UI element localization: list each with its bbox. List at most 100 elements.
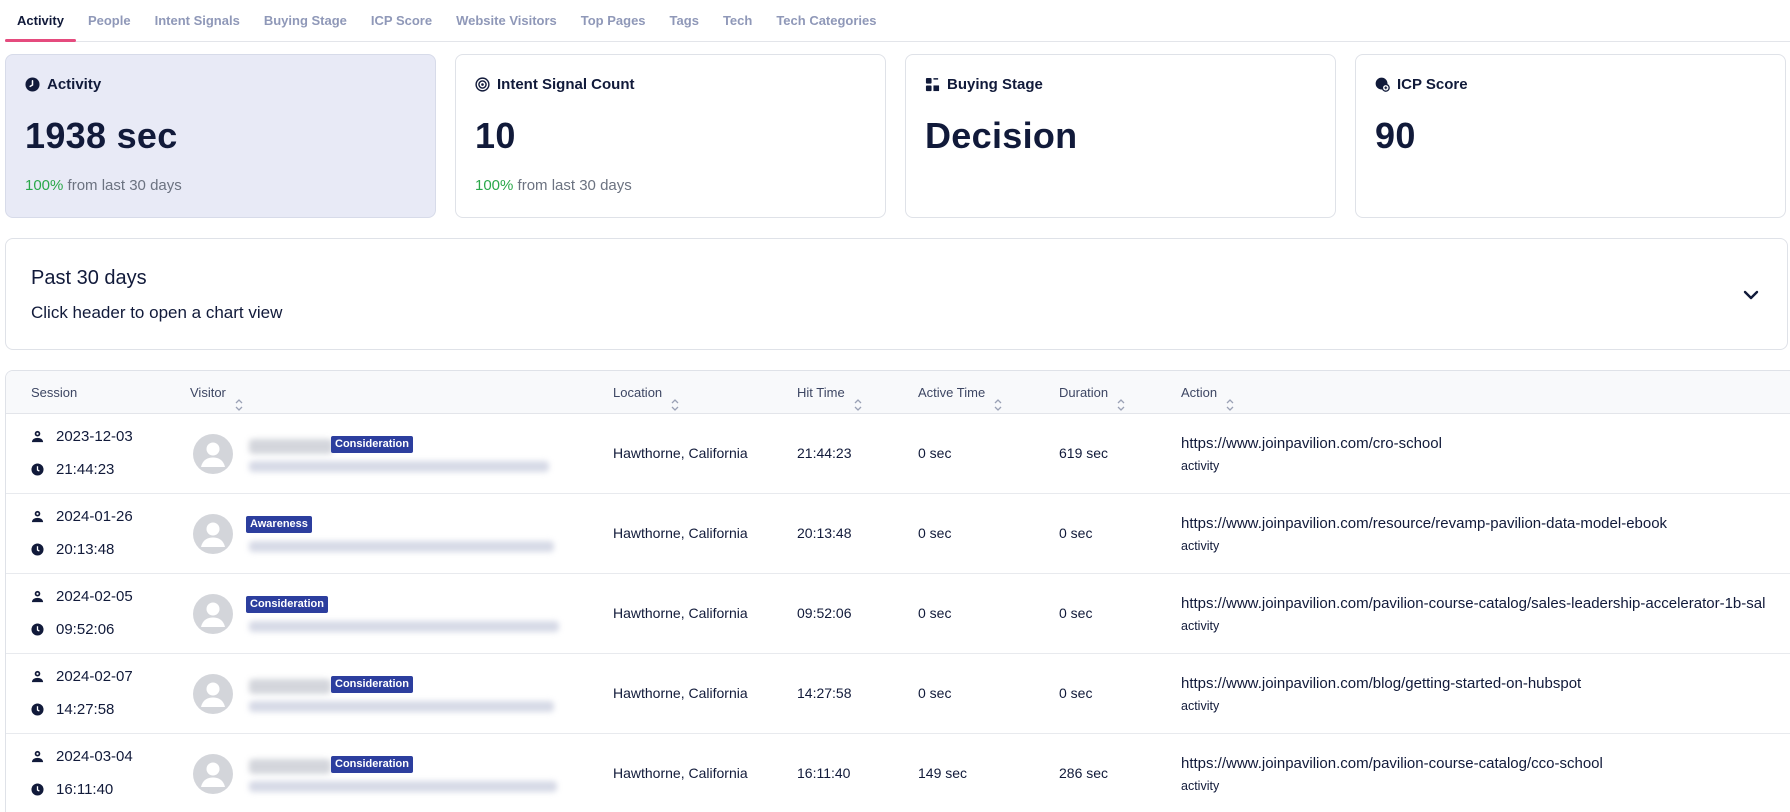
table-row[interactable]: 2023-12-03 21:44:23 Consideration Hawtho… (6, 414, 1790, 494)
table-row[interactable]: 2024-01-26 20:13:48 Awareness Hawthorne,… (6, 494, 1790, 574)
tab-website-visitors[interactable]: Website Visitors (444, 0, 569, 41)
avatar[interactable] (193, 674, 233, 714)
tab-buying-stage[interactable]: Buying Stage (252, 0, 359, 41)
buying-stage-badge: Consideration (246, 596, 328, 613)
trend-text: from last 30 days (63, 177, 182, 194)
trend-text: from last 30 days (513, 177, 632, 194)
active-time-cell: 0 sec (918, 525, 952, 541)
location-cell: Hawthorne, California (613, 445, 748, 461)
table-row[interactable]: 2024-02-05 09:52:06 Consideration Hawtho… (6, 574, 1790, 654)
buying-stage-card: Buying Stage Decision (905, 54, 1336, 218)
avatar[interactable] (193, 434, 233, 474)
intent-signal-card: Intent Signal Count 10 100% from last 30… (455, 54, 886, 218)
tab-top-pages[interactable]: Top Pages (569, 0, 658, 41)
buying-stage-badge: Consideration (331, 756, 413, 773)
clock-icon (31, 463, 44, 476)
tab-tech[interactable]: Tech (711, 0, 764, 41)
header-session: Session (31, 371, 77, 414)
visitor-email-redacted (249, 701, 554, 712)
clock-icon (31, 703, 44, 716)
sort-icon[interactable] (853, 386, 863, 411)
session-time: 09:52:06 (31, 621, 114, 638)
session-time: 16:11:40 (31, 781, 113, 798)
tab-bar: Activity People Intent Signals Buying St… (5, 0, 1790, 42)
session-date: 2024-02-07 (31, 668, 133, 685)
header-location[interactable]: Location (613, 371, 680, 414)
header-active-time[interactable]: Active Time (918, 371, 1003, 414)
active-time-cell: 0 sec (918, 605, 952, 621)
activity-table: Session Visitor Location Hit Time Active… (5, 370, 1790, 812)
visitor-email-redacted (249, 461, 549, 472)
header-action-label: Action (1181, 385, 1218, 400)
visitor-icon (31, 430, 44, 443)
clock-icon (31, 783, 44, 796)
table-row[interactable]: 2024-03-04 16:11:40 Consideration Hawtho… (6, 734, 1790, 812)
session-date-text: 2024-02-07 (56, 668, 133, 685)
action-url-link[interactable]: https://www.joinpavilion.com/pavilion-co… (1181, 755, 1603, 772)
tab-people[interactable]: People (76, 0, 143, 41)
hit-time-cell: 09:52:06 (797, 605, 852, 621)
period-title: Past 30 days (31, 267, 147, 289)
visitor-name-redacted (249, 679, 331, 694)
stage-icon (925, 77, 940, 92)
visitor-icon (31, 670, 44, 683)
session-date: 2024-02-05 (31, 588, 133, 605)
buying-stage-badge: Consideration (331, 676, 413, 693)
session-date: 2023-12-03 (31, 428, 133, 445)
hit-time-cell: 14:27:58 (797, 685, 852, 701)
tab-tech-categories[interactable]: Tech Categories (764, 0, 888, 41)
intent-signal-card-title: Intent Signal Count (497, 76, 635, 93)
avatar[interactable] (193, 754, 233, 794)
hit-time-cell: 20:13:48 (797, 525, 852, 541)
avatar[interactable] (193, 594, 233, 634)
action-url-link[interactable]: https://www.joinpavilion.com/blog/gettin… (1181, 675, 1581, 692)
avatar[interactable] (193, 514, 233, 554)
duration-cell: 619 sec (1059, 445, 1109, 461)
sort-icon[interactable] (993, 386, 1003, 411)
sort-icon[interactable] (1225, 386, 1235, 411)
action-type: activity (1181, 539, 1220, 553)
active-time-cell: 149 sec (918, 765, 968, 781)
header-hit-time-label: Hit Time (797, 385, 845, 400)
icp-score-card-title: ICP Score (1397, 76, 1468, 93)
session-date-text: 2024-03-04 (56, 748, 133, 765)
session-time-text: 16:11:40 (56, 781, 114, 798)
session-time: 14:27:58 (31, 701, 114, 718)
intent-signal-card-value: 10 (475, 115, 516, 156)
session-date-text: 2023-12-03 (56, 428, 133, 445)
visitor-name-redacted (249, 439, 333, 454)
visitor-email-redacted (249, 541, 554, 552)
buying-stage-card-value: Decision (925, 115, 1078, 156)
visitor-name-redacted (249, 759, 331, 774)
tab-activity[interactable]: Activity (5, 0, 76, 42)
chevron-down-icon[interactable] (1741, 285, 1761, 305)
period-header[interactable]: Past 30 days Click header to open a char… (5, 238, 1788, 350)
table-body: 2023-12-03 21:44:23 Consideration Hawtho… (6, 414, 1790, 812)
action-url-link[interactable]: https://www.joinpavilion.com/cro-school (1181, 435, 1442, 452)
header-duration-label: Duration (1059, 385, 1109, 400)
duration-cell: 0 sec (1059, 685, 1093, 701)
header-duration[interactable]: Duration (1059, 371, 1126, 414)
header-action[interactable]: Action (1181, 371, 1235, 414)
visitor-icon (31, 750, 44, 763)
header-session-label: Session (31, 385, 78, 400)
duration-cell: 0 sec (1059, 525, 1093, 541)
sort-icon[interactable] (1116, 386, 1126, 411)
tab-intent-signals[interactable]: Intent Signals (143, 0, 252, 41)
buying-stage-badge: Awareness (246, 516, 312, 533)
sort-icon[interactable] (670, 386, 680, 411)
hit-time-cell: 21:44:23 (797, 445, 852, 461)
header-visitor[interactable]: Visitor (190, 371, 244, 414)
session-time-text: 09:52:06 (56, 621, 115, 638)
table-row[interactable]: 2024-02-07 14:27:58 Consideration Hawtho… (6, 654, 1790, 734)
action-url-link[interactable]: https://www.joinpavilion.com/pavilion-co… (1181, 595, 1765, 612)
tab-tags[interactable]: Tags (658, 0, 711, 41)
sort-icon[interactable] (234, 386, 244, 411)
target-icon (475, 77, 490, 92)
session-date-text: 2024-01-26 (56, 508, 133, 525)
buying-stage-card-title: Buying Stage (947, 76, 1043, 93)
action-url-link[interactable]: https://www.joinpavilion.com/resource/re… (1181, 515, 1667, 532)
session-time-text: 14:27:58 (56, 701, 115, 718)
tab-icp-score[interactable]: ICP Score (359, 0, 444, 41)
header-hit-time[interactable]: Hit Time (797, 371, 863, 414)
